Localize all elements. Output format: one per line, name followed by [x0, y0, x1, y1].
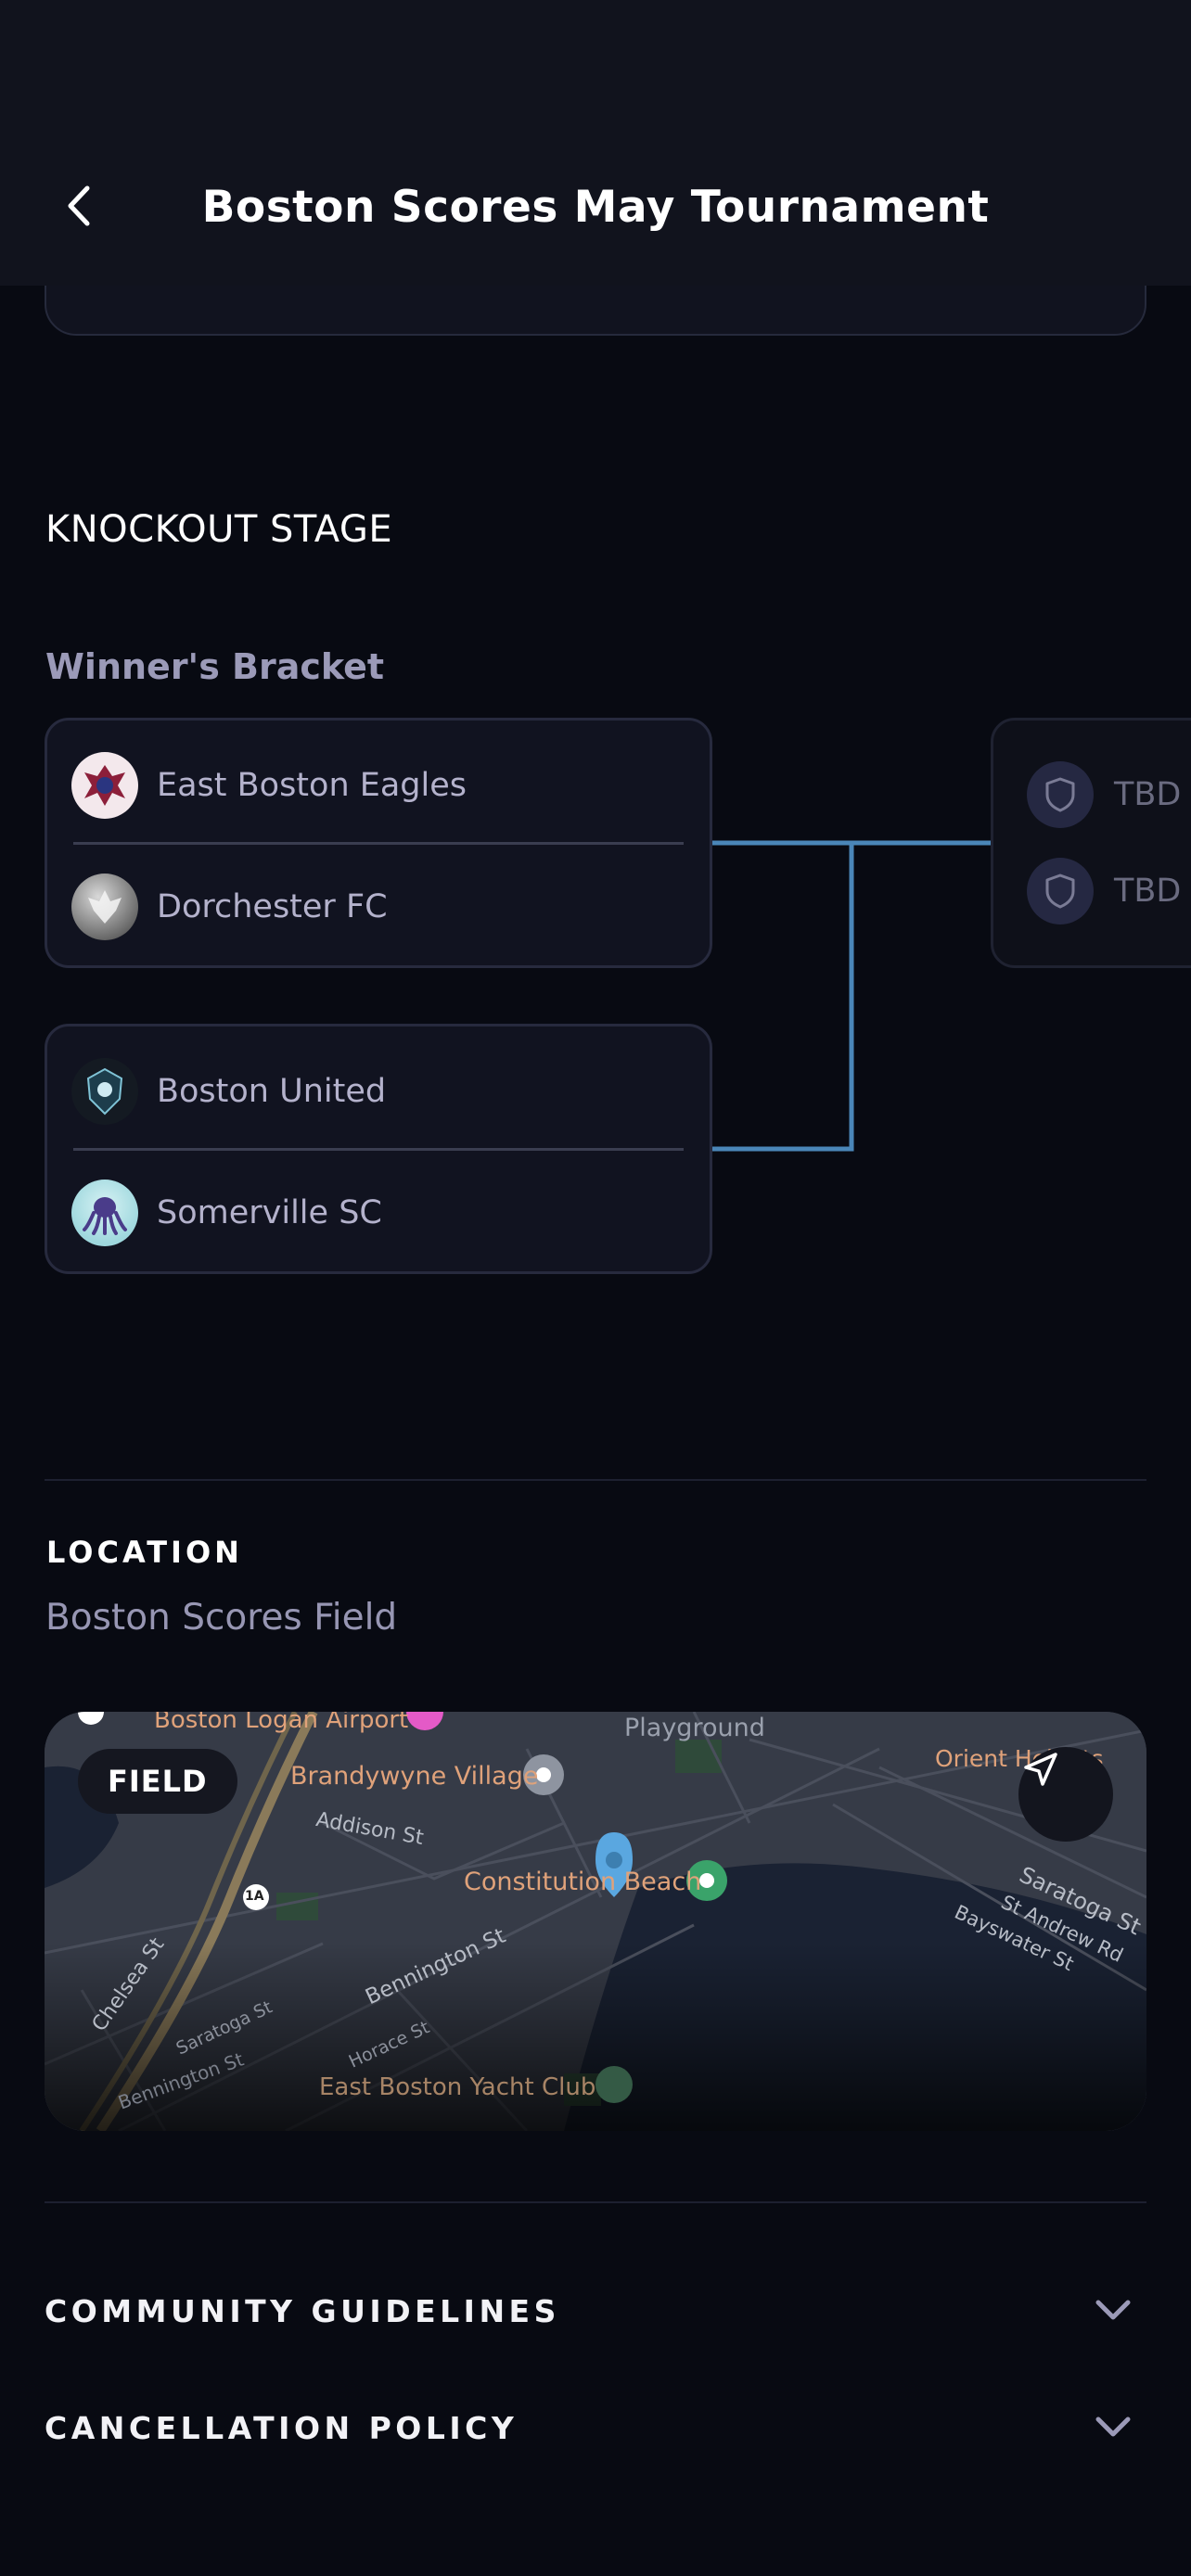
navigation-arrow-icon	[1024, 1753, 1057, 1786]
divider	[45, 2201, 1146, 2203]
east-boston-eagles-logo	[71, 752, 138, 819]
somerville-sc-logo	[71, 1180, 138, 1246]
divider	[45, 1479, 1146, 1481]
page-title: Boston Scores May Tournament	[201, 182, 990, 233]
map-label: East Boston Yacht Club	[319, 2073, 596, 2101]
cancellation-policy-accordion[interactable]: CANCELLATION POLICY	[45, 2391, 1146, 2465]
shield-icon	[1027, 761, 1094, 828]
map-label: Brandywyne Village	[290, 1762, 539, 1791]
directions-button[interactable]	[1018, 1747, 1113, 1842]
team-name: East Boston Eagles	[157, 767, 467, 804]
community-guidelines-accordion[interactable]: COMMUNITY GUIDELINES	[45, 2274, 1146, 2348]
team-row[interactable]: Somerville SC	[71, 1178, 382, 1248]
location-map[interactable]: Boston Logan Airport Playground Brandywy…	[45, 1712, 1146, 2131]
team-row[interactable]: East Boston Eagles	[71, 750, 467, 821]
divider	[73, 842, 684, 845]
chevron-down-icon	[1095, 2417, 1131, 2437]
bracket-match-2[interactable]: Boston United Somerville SC	[45, 1024, 712, 1274]
location-heading: LOCATION	[46, 1535, 243, 1570]
team-row[interactable]: Dorchester FC	[71, 872, 388, 942]
team-row: TBD	[1027, 761, 1181, 828]
accordion-label: CANCELLATION POLICY	[45, 2409, 519, 2446]
team-row: TBD	[1027, 858, 1181, 925]
team-name: Somerville SC	[157, 1194, 382, 1231]
boston-united-logo	[71, 1058, 138, 1125]
route-shield: 1A	[245, 1889, 264, 1904]
map-label: Playground	[624, 1714, 765, 1742]
accordion-label: COMMUNITY GUIDELINES	[45, 2292, 560, 2329]
divider	[73, 1148, 684, 1151]
chevron-down-icon	[1095, 2300, 1131, 2320]
location-name: Boston Scores Field	[45, 1597, 398, 1639]
top-bar: Boston Scores May Tournament	[0, 0, 1191, 286]
team-name: TBD	[1114, 776, 1182, 813]
map-label: Constitution Beach	[464, 1868, 702, 1896]
dorchester-fc-logo	[71, 874, 138, 940]
team-name: TBD	[1114, 873, 1182, 910]
bracket-match-next-round[interactable]: TBD TBD	[991, 718, 1191, 968]
team-name: Dorchester FC	[157, 888, 388, 925]
team-name: Boston United	[157, 1073, 387, 1110]
map-badge: FIELD	[78, 1749, 237, 1814]
team-row[interactable]: Boston United	[71, 1056, 386, 1127]
map-label: Boston Logan Airport	[154, 1712, 409, 1734]
bracket-match-1[interactable]: East Boston Eagles Dorchester FC	[45, 718, 712, 968]
shield-icon	[1027, 858, 1094, 925]
